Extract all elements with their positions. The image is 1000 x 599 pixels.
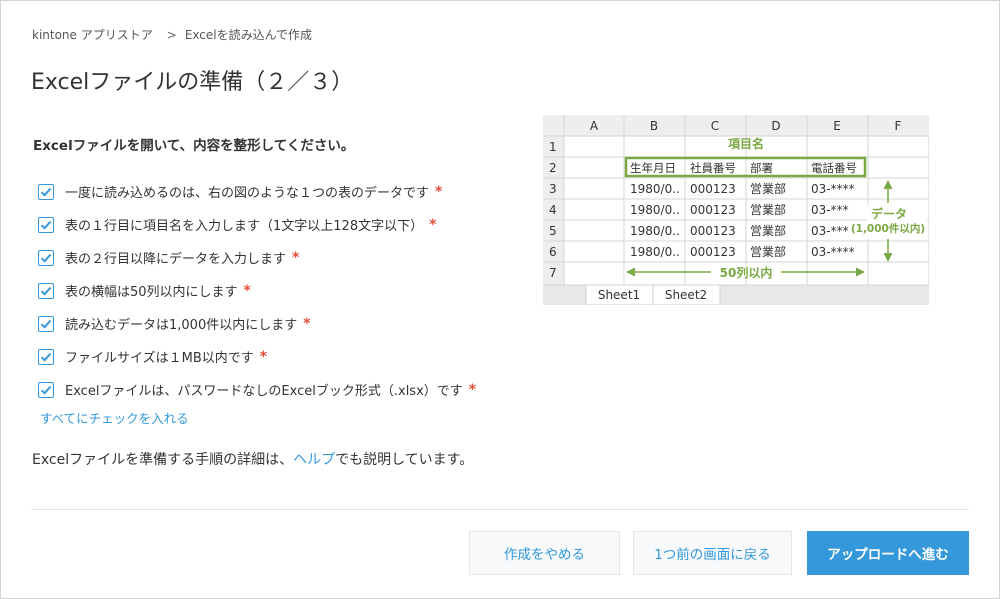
help-note: Excelファイルを準備する手順の詳細は、ヘルプでも説明しています。 <box>32 449 473 469</box>
column-header: D <box>771 119 780 133</box>
data-cell: 営業部 <box>750 181 786 196</box>
data-cell: 000123 <box>690 224 736 238</box>
data-cell: 1980/0.. <box>630 245 680 259</box>
help-note-after: でも説明しています。 <box>335 452 474 468</box>
checklist-label: 表の横幅は50列以内にします <box>65 285 238 300</box>
data-cell: 03-*** <box>811 224 849 238</box>
help-note-before: Excelファイルを準備する手順の詳細は、 <box>32 452 294 468</box>
breadcrumb-separator: > <box>166 28 177 42</box>
data-cell: 営業部 <box>750 202 786 217</box>
footer-divider <box>31 509 969 510</box>
column-header: E <box>833 119 841 133</box>
header-cell: 社員番号 <box>690 161 736 175</box>
checkbox-checked-icon[interactable] <box>38 183 54 200</box>
checklist-label: 読み込むデータは1,000件以内にします <box>65 318 298 333</box>
row-header: 1 <box>549 140 557 154</box>
checklist-item: ファイルサイズは１MB以内です * <box>38 340 476 373</box>
checklist-label: 表の１行目に項目名を入力します（1文字以上128文字以下） <box>65 219 424 234</box>
row-header: 2 <box>549 161 557 175</box>
row-header: 4 <box>549 203 557 217</box>
row-header: 6 <box>549 245 557 259</box>
required-mark: * <box>243 282 251 299</box>
data-cell: 03-**** <box>811 182 855 196</box>
checklist-label: ファイルサイズは１MB以内です <box>65 351 254 366</box>
proceed-to-upload-button[interactable]: アップロードへ進む <box>807 531 969 575</box>
breadcrumb-current: Excelを読み込んで作成 <box>184 28 313 42</box>
data-cell: 03-**** <box>811 245 855 259</box>
data-cell: 1980/0.. <box>630 203 680 217</box>
column-header: B <box>650 119 658 133</box>
data-cell: 1980/0.. <box>630 224 680 238</box>
header-cell: 電話番号 <box>811 161 857 175</box>
check-all-link[interactable]: すべてにチェックを入れる <box>40 408 189 427</box>
page-title: Excelファイルの準備（２／３） <box>31 70 354 95</box>
requirements-checklist: 一度に読み込めるのは、右の図のような１つの表のデータです * 表の１行目に項目名を… <box>38 175 476 406</box>
required-mark: * <box>259 348 268 365</box>
row-header: 5 <box>549 224 557 238</box>
width-annotation-label: 50列以内 <box>720 265 773 280</box>
checklist-item: 一度に読み込めるのは、右の図のような１つの表のデータです * <box>38 175 476 208</box>
excel-sample-diagram: A B C D E F 1 2 3 4 5 6 7 項目名 生年月日 社員番号 … <box>543 115 929 305</box>
checkbox-checked-icon[interactable] <box>38 315 54 332</box>
sheet-tab-label: Sheet2 <box>665 288 707 302</box>
checkbox-checked-icon[interactable] <box>38 381 54 398</box>
column-header: C <box>711 119 719 133</box>
checklist-item: 表の１行目に項目名を入力します（1文字以上128文字以下） * <box>38 208 476 241</box>
intro-text: Excelファイルを開いて、内容を整形してください。 <box>33 138 355 154</box>
data-limit-label: (1,000件以内) <box>851 222 925 235</box>
data-cell: 000123 <box>690 203 736 217</box>
column-header: A <box>590 119 599 133</box>
checklist-label: Excelファイルは、パスワードなしのExcelブック形式（.xlsx）です <box>65 384 463 399</box>
data-cell: 営業部 <box>750 223 786 238</box>
checklist-label: 表の２行目以降にデータを入力します <box>65 252 287 267</box>
header-cell: 生年月日 <box>630 161 676 175</box>
help-link[interactable]: ヘルプ <box>293 452 335 468</box>
data-cell: 000123 <box>690 182 736 196</box>
breadcrumb-app-store[interactable]: kintone アプリストア <box>32 28 153 42</box>
checkbox-checked-icon[interactable] <box>38 348 54 365</box>
required-mark: * <box>468 381 477 398</box>
sheet-tab-label: Sheet1 <box>598 288 640 302</box>
checkbox-checked-icon[interactable] <box>38 216 54 233</box>
header-cell: 部署 <box>750 161 773 175</box>
data-cell: 1980/0.. <box>630 182 680 196</box>
checklist-item: Excelファイルは、パスワードなしのExcelブック形式（.xlsx）です * <box>38 373 476 406</box>
row-header: 3 <box>549 182 557 196</box>
header-annotation-label: 項目名 <box>728 136 764 151</box>
checklist-item: 表の２行目以降にデータを入力します * <box>38 241 476 274</box>
row-header: 7 <box>549 266 557 280</box>
column-header: F <box>895 119 902 133</box>
checklist-item: 読み込むデータは1,000件以内にします * <box>38 307 476 340</box>
data-annotation-label: データ <box>871 206 907 221</box>
required-mark: * <box>435 183 443 200</box>
data-cell: 03-*** <box>811 203 849 217</box>
required-mark: * <box>292 249 300 266</box>
data-cell: 営業部 <box>750 244 786 259</box>
required-mark: * <box>303 315 311 332</box>
required-mark: * <box>429 216 437 233</box>
checklist-item: 表の横幅は50列以内にします * <box>38 274 476 307</box>
breadcrumb: kintone アプリストア > Excelを読み込んで作成 <box>32 26 318 43</box>
cancel-create-button[interactable]: 作成をやめる <box>469 531 620 575</box>
data-cell: 000123 <box>690 245 736 259</box>
checkbox-checked-icon[interactable] <box>38 249 54 266</box>
checkbox-checked-icon[interactable] <box>38 282 54 299</box>
previous-screen-button[interactable]: 1つ前の画面に戻る <box>633 531 792 575</box>
checklist-label: 一度に読み込めるのは、右の図のような１つの表のデータです <box>65 186 430 201</box>
